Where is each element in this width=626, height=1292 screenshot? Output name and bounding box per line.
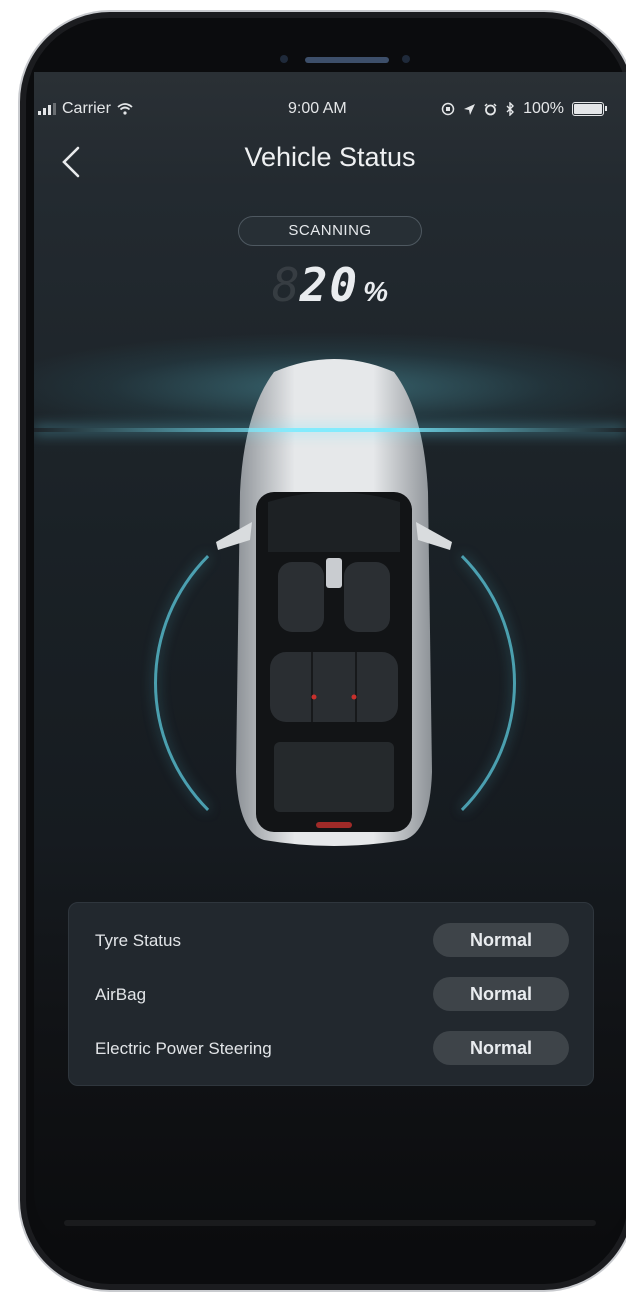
page-title: Vehicle Status (244, 142, 416, 172)
status-badge: Normal (433, 977, 569, 1011)
status-badge: Normal (433, 923, 569, 957)
check-label: Electric Power Steering (95, 1039, 272, 1058)
check-label: Tyre Status (95, 931, 181, 950)
check-row-airbag: AirBag Normal (95, 977, 569, 1013)
vehicle-check-card: Tyre Status Normal AirBag Normal Electri… (68, 902, 594, 1086)
check-row-tyre-status: Tyre Status Normal (95, 923, 569, 959)
wifi-icon (117, 103, 133, 115)
alarm-icon (484, 102, 497, 115)
check-label: AirBag (95, 985, 147, 1004)
status-right: 100% (441, 100, 607, 118)
battery-icon (572, 102, 607, 116)
ghost-digit: 8 (272, 258, 300, 312)
status-left: Carrier (38, 100, 133, 118)
earpiece-speaker (305, 57, 389, 63)
signal-icon (38, 103, 56, 115)
scanning-badge: SCANNING (238, 216, 422, 246)
check-row-electric-power-steering: Electric Power Steering Normal (95, 1031, 569, 1067)
battery-percent: 100% (523, 100, 564, 117)
app-screen: Carrier 9:00 AM 100% Vehicle Status SCAN… (34, 72, 626, 1252)
status-badge: Normal (433, 1031, 569, 1065)
front-camera (402, 55, 410, 63)
bluetooth-icon (506, 102, 515, 116)
sensor-dot (280, 55, 288, 63)
carrier-label: Carrier (62, 100, 111, 117)
status-bar: Carrier 9:00 AM 100% (34, 100, 626, 122)
scan-progress-value: 20 (299, 258, 360, 312)
clock: 9:00 AM (288, 100, 347, 117)
orientation-lock-icon (441, 102, 455, 116)
scan-progress-unit: % (363, 276, 388, 307)
scan-line (34, 428, 626, 432)
scan-progress-readout: 820% (34, 258, 626, 312)
location-icon (464, 103, 476, 115)
car-top-view-illustration (216, 359, 452, 846)
home-indicator (64, 1220, 596, 1226)
navigation-bar: Vehicle Status (34, 134, 626, 190)
